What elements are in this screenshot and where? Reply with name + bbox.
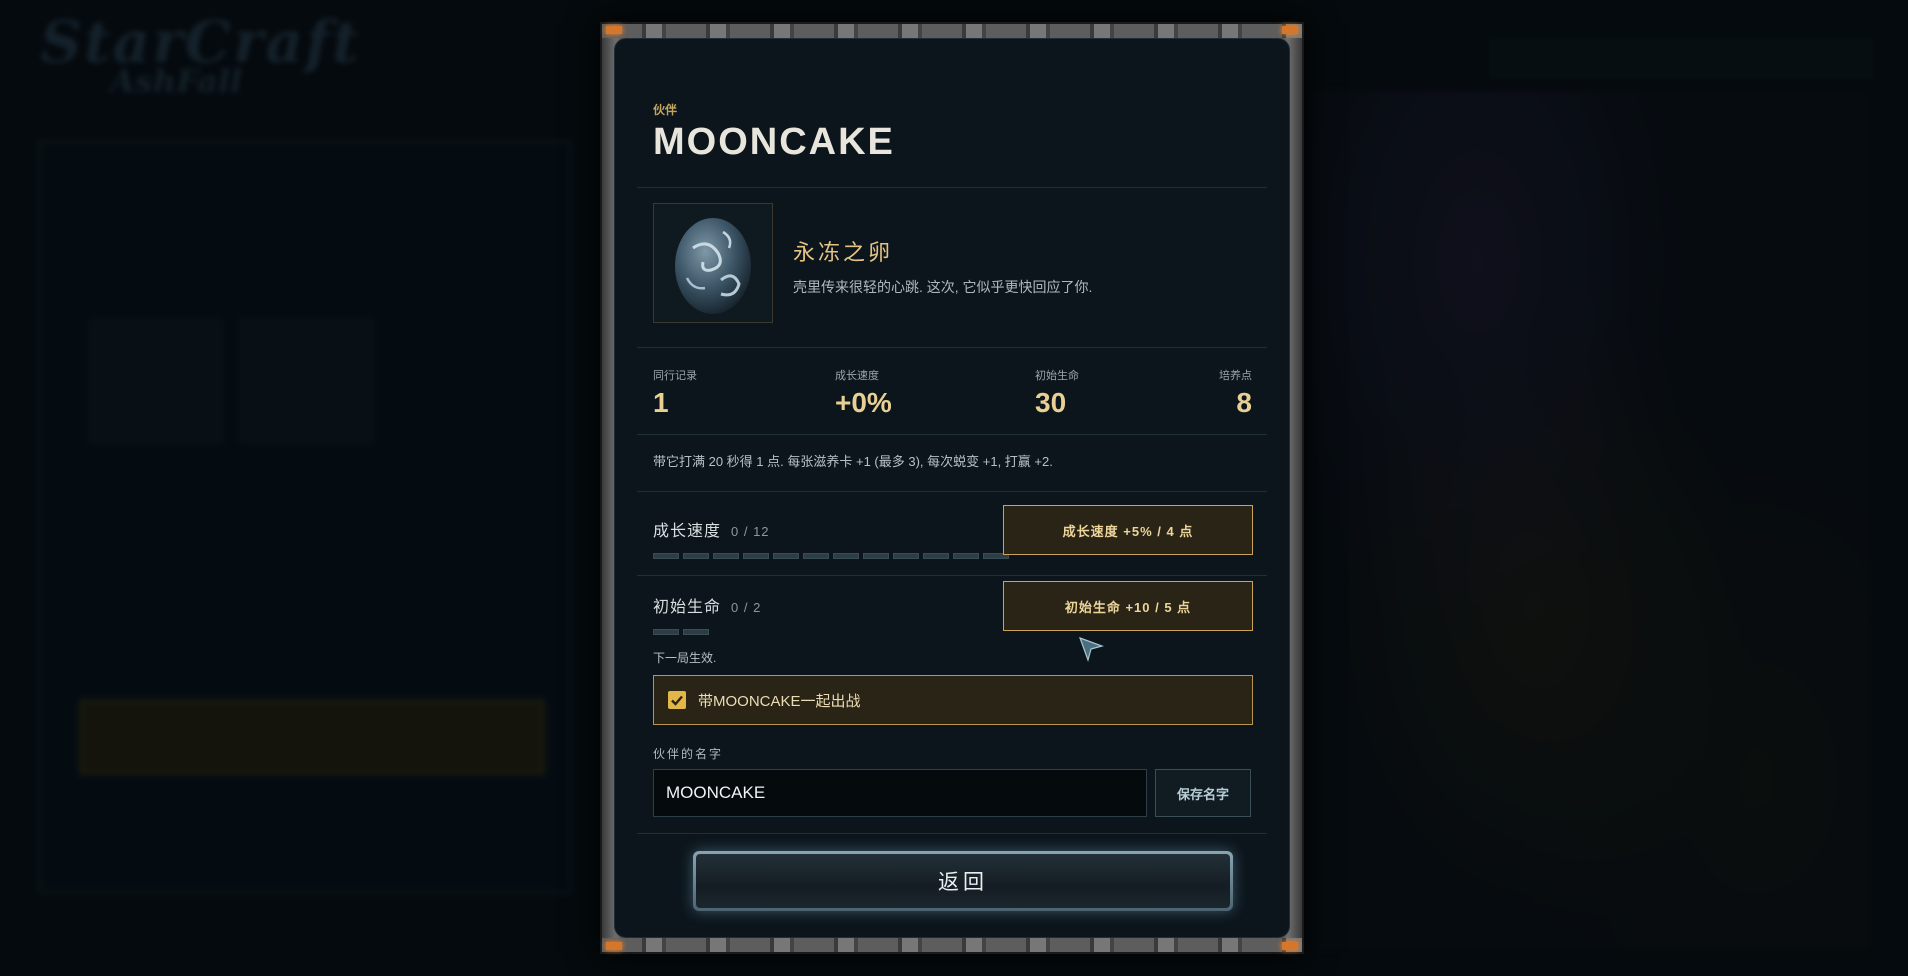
companion-modal-frame: 伙伴 MOONCAKE 永冻之卵 壳里传来很轻的心跳. 这次, 它似乎更快回应了… bbox=[600, 22, 1304, 954]
progress-pip bbox=[713, 553, 739, 559]
stat-label: 同行记录 bbox=[653, 370, 697, 382]
upgrade-health-progress bbox=[653, 629, 709, 635]
upgrade-growth-button[interactable]: 成长速度 +5% / 4 点 bbox=[1003, 505, 1253, 555]
pet-description: 壳里传来很轻的心跳. 这次, 它似乎更快回应了你. bbox=[793, 279, 1093, 295]
training-rule-text: 带它打满 20 秒得 1 点. 每张滋养卡 +1 (最多 3), 每次蜕变 +1… bbox=[653, 454, 1053, 469]
companion-name-label: 伙伴的名字 bbox=[653, 747, 724, 761]
progress-pip bbox=[653, 553, 679, 559]
mouse-cursor-icon bbox=[1078, 636, 1104, 667]
progress-pip bbox=[893, 553, 919, 559]
upgrade-progress-count: 0 / 2 bbox=[731, 600, 762, 615]
divider bbox=[637, 491, 1267, 492]
frame-edge-bottom bbox=[602, 938, 1302, 952]
back-button[interactable]: 返回 bbox=[696, 854, 1230, 908]
stat-growth-speed: 成长速度 +0% bbox=[835, 367, 892, 419]
bring-companion-toggle[interactable]: 带MOONCAKE一起出战 bbox=[653, 675, 1253, 725]
progress-pip bbox=[683, 629, 709, 635]
next-game-note: 下一局生效. bbox=[653, 651, 717, 665]
divider bbox=[637, 347, 1267, 348]
stat-value: 8 bbox=[1236, 387, 1252, 418]
divider bbox=[637, 187, 1267, 188]
stat-value: +0% bbox=[835, 387, 892, 418]
modal-eyebrow: 伙伴 bbox=[653, 103, 678, 117]
back-button-frame[interactable]: 返回 bbox=[693, 851, 1233, 911]
stat-label: 初始生命 bbox=[1035, 370, 1079, 382]
divider bbox=[637, 575, 1267, 576]
progress-pip bbox=[863, 553, 889, 559]
progress-pip bbox=[833, 553, 859, 559]
frame-corner-light bbox=[606, 942, 622, 950]
progress-pip bbox=[923, 553, 949, 559]
stat-value: 30 bbox=[1035, 387, 1067, 418]
companion-title: MOONCAKE bbox=[653, 121, 895, 163]
frozen-egg-icon bbox=[653, 203, 773, 323]
frame-edge-top bbox=[602, 24, 1302, 38]
stat-training-points: 培养点 8 bbox=[1219, 367, 1252, 419]
frame-corner-light bbox=[606, 26, 622, 34]
frame-corner-light bbox=[1282, 26, 1298, 34]
checkbox-checked[interactable] bbox=[668, 691, 686, 709]
stat-value: 1 bbox=[653, 387, 669, 418]
upgrade-name: 成长速度 bbox=[653, 523, 722, 540]
pet-type-name: 永冻之卵 bbox=[793, 240, 894, 265]
divider bbox=[637, 434, 1267, 435]
upgrade-growth-label: 成长速度 0 / 12 bbox=[653, 517, 770, 541]
stat-label: 培养点 bbox=[1219, 370, 1252, 382]
progress-pip bbox=[743, 553, 769, 559]
stat-initial-health: 初始生命 30 bbox=[1035, 367, 1079, 419]
divider bbox=[637, 833, 1267, 834]
upgrade-health-label: 初始生命 0 / 2 bbox=[653, 593, 761, 617]
upgrade-health-button[interactable]: 初始生命 +10 / 5 点 bbox=[1003, 581, 1253, 631]
progress-pip bbox=[683, 553, 709, 559]
bring-companion-label: 带MOONCAKE一起出战 bbox=[698, 692, 861, 710]
progress-pip bbox=[653, 629, 679, 635]
progress-pip bbox=[803, 553, 829, 559]
companion-modal: 伙伴 MOONCAKE 永冻之卵 壳里传来很轻的心跳. 这次, 它似乎更快回应了… bbox=[614, 38, 1290, 938]
progress-pip bbox=[773, 553, 799, 559]
companion-name-input[interactable] bbox=[653, 769, 1147, 817]
frame-corner-light bbox=[1282, 942, 1298, 950]
progress-pip bbox=[953, 553, 979, 559]
upgrade-name: 初始生命 bbox=[653, 599, 722, 616]
stat-companion-record: 同行记录 1 bbox=[653, 367, 697, 419]
upgrade-growth-progress bbox=[653, 553, 1009, 559]
save-name-button[interactable]: 保存名字 bbox=[1155, 769, 1251, 817]
checkmark-icon bbox=[671, 695, 683, 706]
upgrade-progress-count: 0 / 12 bbox=[731, 524, 770, 539]
stat-label: 成长速度 bbox=[835, 370, 879, 382]
